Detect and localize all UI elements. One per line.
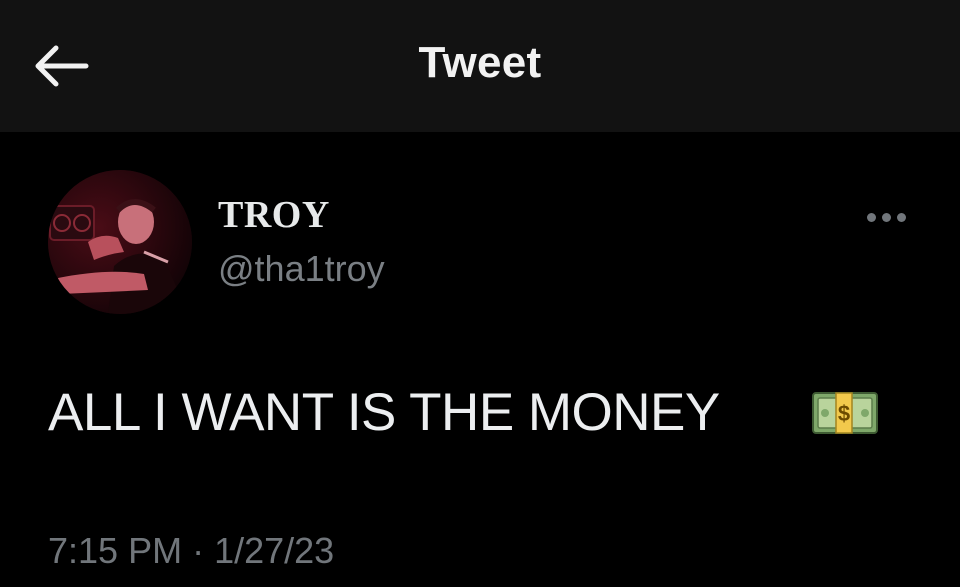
avatar-photo xyxy=(48,170,192,314)
page-title: Tweet xyxy=(418,38,542,87)
svg-text:$: $ xyxy=(838,401,850,426)
user-handle[interactable]: @tha1troy xyxy=(218,248,385,290)
top-app-bar: Tweet xyxy=(0,0,960,132)
tweet-date: 1/27/23 xyxy=(214,530,335,571)
more-horizontal-icon xyxy=(866,212,876,222)
timestamp-separator: · xyxy=(182,530,215,571)
display-name[interactable]: TROY xyxy=(218,193,330,237)
more-options-button[interactable] xyxy=(858,200,914,234)
tweet-time: 7:15 PM xyxy=(48,530,183,571)
avatar[interactable] xyxy=(48,170,192,314)
money-banknote-icon: $ xyxy=(812,392,878,434)
tweet-text: ALL I WANT IS THE MONEY xyxy=(48,383,720,442)
more-horizontal-icon xyxy=(881,212,891,222)
more-horizontal-icon xyxy=(896,212,906,222)
tweet-timestamp[interactable]: 7:15 PM · 1/27/23 xyxy=(48,530,334,572)
